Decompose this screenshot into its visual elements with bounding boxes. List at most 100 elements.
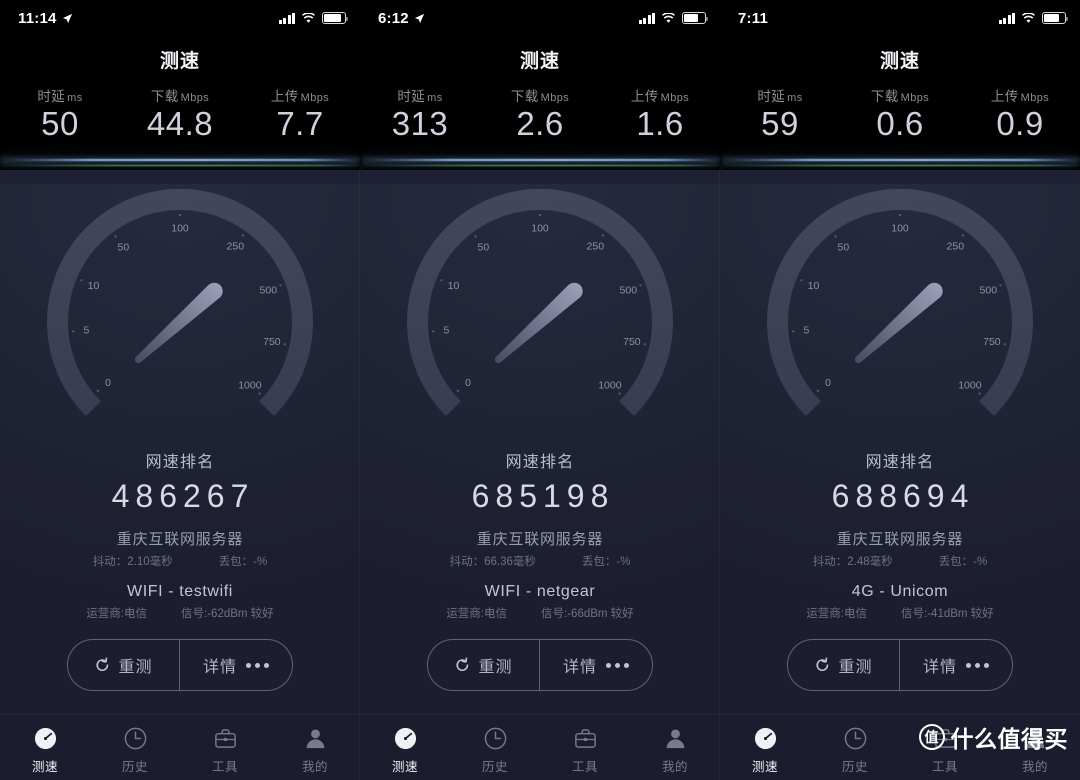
tab-label: 我的: [661, 760, 688, 774]
bottom-tab-bar: 测速 历史 工具 我的: [360, 714, 720, 780]
gauge-tick-dot: [999, 284, 1002, 287]
retest-button[interactable]: 重测: [428, 640, 540, 690]
status-bar: 11:14: [0, 0, 360, 36]
tab-speedometer[interactable]: 测速: [360, 726, 450, 775]
metric-latency-label: 时延 ms: [37, 89, 83, 104]
button-group: 重测 详情: [427, 639, 653, 691]
detail-button[interactable]: 详情: [180, 640, 292, 690]
tab-speedometer[interactable]: 测速: [0, 726, 90, 775]
metric-download-label: 下载 Mbps: [510, 89, 570, 104]
loss-stat: 丢包：-%: [218, 556, 268, 568]
tab-briefcase[interactable]: 工具: [540, 726, 630, 775]
gauge-tick-label: 1000: [598, 379, 622, 391]
gauge-tick-dot: [816, 389, 820, 392]
metrics-row: 时延 ms 59 下载 Mbps 0.6 上传 Mbps 0.9: [720, 85, 1080, 142]
speedometer-icon: [393, 726, 418, 751]
gauge-needle: [134, 282, 223, 363]
action-buttons: 重测 详情: [360, 639, 720, 691]
tab-label: 测速: [31, 760, 58, 774]
rank-title: 网速排名: [505, 454, 575, 471]
speed-gauge: 0 5 10 50 100 250 500 750 1000: [47, 188, 314, 416]
gauge-tick-dot: [96, 389, 100, 392]
refresh-icon: [96, 657, 109, 671]
gauge-tick-dot: [639, 284, 642, 287]
gauge-tick-label: 1000: [238, 379, 262, 391]
rank-number: 688694: [831, 478, 975, 514]
tab-label: 工具: [211, 760, 238, 774]
person-icon: [303, 726, 328, 751]
battery-icon: [1042, 12, 1069, 24]
metric-download: 下载 Mbps 44.8: [120, 85, 240, 142]
detail-button[interactable]: 详情: [900, 640, 1012, 690]
rank-title: 网速排名: [145, 454, 215, 471]
page-title: 测速: [159, 51, 200, 72]
retest-button[interactable]: 重测: [68, 640, 180, 690]
carrier-stat: 运营商:电信: [806, 608, 868, 620]
tab-person[interactable]: 我的: [630, 726, 720, 775]
gauge-needle: [854, 282, 943, 363]
wifi-icon: [1022, 12, 1035, 23]
refresh-icon: [456, 657, 469, 671]
metric-download-label: 下载 Mbps: [150, 89, 210, 104]
status-bar-time-group: 11:14: [18, 10, 73, 27]
wifi-icon: [662, 12, 675, 23]
page-title: 测速: [519, 51, 560, 72]
gauge-tick-label: 750: [263, 336, 281, 348]
signal-stat: 信号:-62dBm 较好: [181, 608, 274, 620]
person-icon: [663, 726, 688, 751]
gauge-tick-label: 10: [448, 280, 460, 292]
phone-screenshot-panel: 6:12 测速 时延 ms 313 下载 Mbps 2.6 上传 Mbps 1.…: [360, 0, 720, 780]
gauge-area: 0 5 10 50 100 250 500 750 1000: [0, 184, 360, 446]
gauge-tick-dot: [72, 330, 75, 333]
tab-speedometer[interactable]: 测速: [720, 726, 810, 775]
divider-teal-line: [0, 164, 360, 167]
tab-clock[interactable]: 历史: [450, 726, 540, 775]
server-name: 重庆互联网服务器: [476, 531, 604, 548]
connection-stats: 运营商:电信 信号:-41dBm 较好: [720, 605, 1080, 621]
gauge-tick-dot: [898, 213, 902, 217]
tab-label: 测速: [391, 760, 418, 774]
app-header: 测速 时延 ms 50 下载 Mbps 44.8 上传 Mbps 7.7: [0, 36, 360, 156]
retest-button[interactable]: 重测: [788, 640, 900, 690]
glow-divider: [0, 156, 360, 170]
signal-stat: 信号:-41dBm 较好: [901, 608, 994, 620]
status-bar-time: 6:12: [378, 9, 409, 27]
gauge-area: 0 5 10 50 100 250 500 750 1000: [360, 184, 720, 446]
jitter-stat: 抖动：2.10毫秒: [92, 556, 173, 568]
detail-button[interactable]: 详情: [540, 640, 652, 690]
carrier-stat: 运营商:电信: [86, 608, 148, 620]
retest-label: 重测: [478, 659, 513, 676]
location-arrow-icon: [62, 13, 72, 23]
gauge-tick-label: 50: [118, 241, 130, 253]
button-group: 重测 详情: [67, 639, 293, 691]
battery-icon: [682, 12, 709, 24]
gauge-tick-dot: [283, 343, 286, 346]
gauge-tick-dot: [792, 330, 795, 333]
gauge-tick-dot: [258, 392, 261, 395]
metric-download-value: 44.8: [146, 105, 214, 142]
metric-upload-value: 7.7: [276, 105, 324, 142]
divider-gap: [720, 156, 723, 170]
jitter-stat: 抖动：2.48毫秒: [812, 556, 893, 568]
result-body: 0 5 10 50 100 250 500 750 1000 网速排名 486267 重庆互联网…: [0, 184, 360, 780]
server-name: 重庆互联网服务器: [116, 531, 244, 548]
metric-latency-value: 59: [761, 105, 799, 142]
gauge-tick-label: 750: [983, 336, 1001, 348]
gauge-tick-label: 250: [587, 241, 605, 253]
tab-clock[interactable]: 历史: [810, 726, 900, 775]
ellipsis-icon: [966, 662, 989, 668]
gauge-tick-label: 50: [838, 241, 850, 253]
tab-label: 测速: [751, 760, 778, 774]
tab-clock[interactable]: 历史: [90, 726, 180, 775]
gauge-tick-label: 0: [825, 377, 831, 389]
tab-person[interactable]: 我的: [270, 726, 360, 775]
metric-upload-value: 1.6: [636, 105, 684, 142]
status-bar-time: 11:14: [18, 9, 57, 27]
metrics-row: 时延 ms 50 下载 Mbps 44.8 上传 Mbps 7.7: [0, 85, 360, 142]
tab-briefcase[interactable]: 工具: [180, 726, 270, 775]
status-bar: 7:11: [720, 0, 1080, 36]
gauge-tick-dot: [432, 330, 435, 333]
speedometer-icon: [33, 726, 58, 751]
signal-bars-icon: [998, 12, 1015, 24]
gauge-needle: [494, 282, 583, 363]
